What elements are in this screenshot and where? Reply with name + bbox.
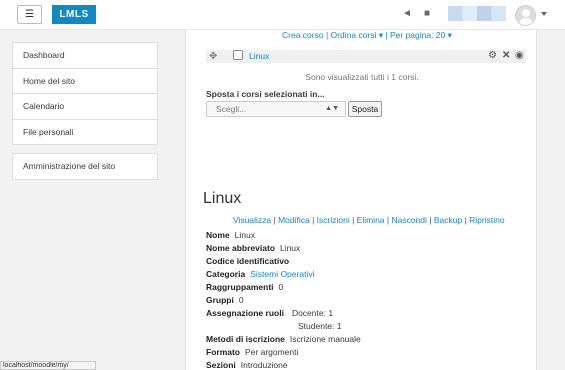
avatar[interactable] — [515, 5, 536, 26]
detail-row: Sezioni Introduzione — [206, 359, 361, 370]
detail-label: Sezioni — [206, 360, 236, 370]
detail-label: Nome abbreviato — [206, 243, 275, 253]
per-page-link[interactable]: Per pagina: 20 ▾ — [390, 30, 452, 40]
detail-label: Raggruppamenti — [206, 282, 274, 292]
detail-value: 0 — [238, 295, 244, 305]
hamburger-icon[interactable]: ☰ — [17, 5, 42, 24]
select-arrows-icon: ▲▼ — [325, 105, 339, 112]
detail-label: Assegnazione ruoli — [206, 308, 284, 318]
detail-value: Per argomenti — [245, 347, 299, 357]
move-button[interactable]: Sposta — [348, 101, 382, 117]
detail-value: Linux — [279, 243, 301, 253]
detail-row: Nome Linux — [206, 229, 361, 242]
detail-row: Raggruppamenti 0 — [206, 281, 361, 294]
detail-row: Codice identificativo — [206, 255, 361, 268]
message-icon[interactable]: ■ — [421, 8, 433, 20]
course-link[interactable]: Linux — [249, 51, 269, 61]
detail-value: Linux — [234, 230, 255, 240]
separator: | — [325, 30, 329, 40]
detail-value: Iscrizione manuale — [289, 334, 361, 344]
action-hide[interactable]: Nascondi — [391, 215, 426, 225]
detail-label: Formato — [206, 347, 240, 357]
detail-label: Metodi di iscrizione — [206, 334, 285, 344]
course-details: Nome Linux Nome abbreviato Linux Codice id… — [206, 229, 361, 370]
category-select[interactable]: Scegli... ▲▼ — [206, 101, 346, 117]
detail-row: Gruppi 0 — [206, 294, 361, 307]
detail-label: Categoria — [206, 269, 246, 279]
detail-row: Categoria Sistemi Operativi — [206, 268, 361, 281]
course-title: Linux — [203, 190, 242, 207]
detail-row: Nome abbreviato Linux — [206, 242, 361, 255]
create-course-link[interactable]: Crea corso — [282, 30, 324, 40]
detail-row: Studente: 1 — [206, 320, 361, 333]
eye-icon[interactable]: ◉ — [515, 50, 524, 62]
sidebar-item-calendar[interactable]: Calendario — [13, 94, 157, 120]
delete-icon[interactable]: ✕ — [502, 50, 510, 62]
showing-count: Sono visualizzati tutti i 1 corsi. — [305, 72, 419, 82]
user-name-blurred[interactable] — [448, 6, 506, 21]
detail-label: Gruppi — [206, 295, 234, 305]
detail-value: Studente: 1 — [298, 321, 342, 331]
top-navbar: ☰ LMLS ◄ ■ — [0, 0, 565, 30]
detail-row: Metodi di iscrizione Iscrizione manuale — [206, 333, 361, 346]
detail-label: Codice identificativo — [206, 256, 290, 266]
category-link[interactable]: Sistemi Operativi — [250, 269, 314, 279]
detail-value: Introduzione — [240, 360, 288, 370]
status-bar-url: localhost/moodle/my/ — [0, 361, 96, 370]
detail-value: 0 — [278, 282, 284, 292]
action-enrolments[interactable]: Iscrizioni — [317, 215, 350, 225]
sidebar-nav: Dashboard Home del sito Calendario File … — [12, 42, 158, 145]
action-view[interactable]: Visualizza — [233, 215, 271, 225]
separator: | — [385, 30, 388, 40]
action-backup[interactable]: Backup — [434, 215, 462, 225]
action-edit[interactable]: Modifica — [278, 215, 310, 225]
move-icon[interactable]: ✥ — [209, 51, 217, 62]
course-controls: Crea corso | Ordina corsi ▾ | Per pagina… — [282, 30, 452, 41]
sidebar-item-dashboard[interactable]: Dashboard — [13, 43, 157, 69]
sidebar-item-admin[interactable]: Amministrazione del sito — [13, 154, 157, 180]
main-content: Crea corso | Ordina corsi ▾ | Per pagina… — [185, 30, 537, 370]
sort-courses-link[interactable]: Ordina corsi ▾ — [331, 30, 383, 40]
course-actions: Visualizza | Modifica | Iscrizioni | Eli… — [233, 215, 505, 225]
bell-icon[interactable]: ◄ — [401, 8, 413, 20]
detail-row: Formato Per argomenti — [206, 346, 361, 359]
right-gutter — [537, 30, 565, 370]
move-courses-label: Sposta i corsi selezionati in... — [206, 89, 325, 99]
detail-label: Nome — [206, 230, 230, 240]
action-delete[interactable]: Elimina — [357, 215, 385, 225]
sidebar-item-files[interactable]: File personali — [13, 120, 157, 146]
sidebar-admin: Amministrazione del sito — [12, 153, 158, 180]
select-value: Scegli... — [216, 104, 247, 114]
course-list-row: ✥ Linux ⚙ ✕ ◉ — [206, 50, 526, 63]
site-brand[interactable]: LMLS — [52, 5, 96, 24]
detail-row: Assegnazione ruoli Docente: 1 — [206, 307, 361, 320]
chevron-down-icon[interactable] — [541, 12, 547, 16]
gear-icon[interactable]: ⚙ — [488, 50, 497, 62]
sidebar-item-home[interactable]: Home del sito — [13, 69, 157, 94]
action-restore[interactable]: Ripristino — [469, 215, 504, 225]
detail-value: Docente: 1 — [291, 308, 334, 318]
course-select-checkbox[interactable] — [233, 50, 243, 60]
